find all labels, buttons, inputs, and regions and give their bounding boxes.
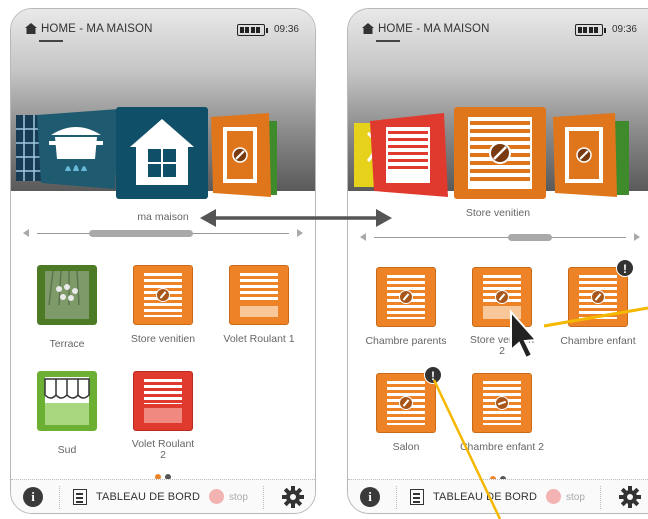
title-underline — [376, 40, 400, 42]
alert-badge[interactable]: ! — [424, 366, 442, 384]
carousel-card-home[interactable] — [116, 107, 208, 199]
carousel-card-store[interactable] — [211, 113, 279, 201]
tile-label: Chambre enfant — [560, 335, 636, 347]
knob-icon — [591, 290, 605, 304]
status-bar: HOME - MA MAISON 09:36 — [348, 9, 648, 49]
tile-label: Volet Roulant 1 — [223, 333, 295, 345]
device-tile-salon[interactable]: Salon — [356, 373, 456, 453]
venetian-blind-icon — [568, 267, 628, 327]
gear-icon[interactable] — [618, 485, 642, 509]
knob-icon — [495, 290, 509, 304]
tile-label: Store venitien — [130, 333, 196, 345]
carousel-label: ma maison — [137, 211, 189, 223]
home-icon[interactable] — [362, 23, 374, 34]
roller-shutter-icon — [229, 265, 289, 325]
knob-icon — [399, 290, 413, 304]
stop-button[interactable] — [209, 489, 224, 504]
home-title[interactable]: HOME - MA MAISON — [41, 23, 153, 35]
slider-left-arrow-icon[interactable] — [23, 229, 29, 237]
bottom-bar: i TABLEAU DE BORD stop — [348, 479, 648, 513]
battery-icon — [237, 24, 268, 36]
carousel-slider[interactable] — [23, 227, 303, 239]
carousel-label: Store venitien — [465, 207, 531, 219]
bottom-bar: i TABLEAU DE BORD stop — [11, 479, 315, 513]
device-tile-terrace[interactable]: Terrace — [17, 265, 117, 350]
tile-label: Chambre parents — [365, 335, 447, 347]
tile-label: Store venitien 2 — [469, 334, 535, 357]
roller-shutter-red-icon — [133, 371, 193, 431]
room-carousel[interactable] — [11, 105, 315, 215]
home-screen-left: HOME - MA MAISON 09:36 ma maison Terrace… — [10, 8, 316, 514]
tile-label: Chambre enfant 2 — [459, 441, 545, 453]
knob-icon — [156, 288, 170, 302]
clock: 09:36 — [611, 24, 637, 35]
stop-button[interactable] — [546, 489, 561, 504]
clock: 09:36 — [273, 24, 299, 35]
stop-label[interactable]: stop — [229, 492, 248, 503]
tile-label: Salon — [392, 441, 420, 453]
carousel-card-red-shutter[interactable] — [370, 113, 448, 197]
dashboard-icon[interactable] — [410, 489, 424, 505]
tile-label: Volet Roulant 2 — [131, 438, 195, 461]
device-tile-sud[interactable]: Sud — [17, 371, 117, 456]
terrace-icon — [37, 265, 97, 325]
venetian-blind-icon — [376, 267, 436, 327]
carousel-card-cooking[interactable] — [37, 109, 119, 189]
device-tile-store-venitien-2[interactable]: Store venitien 2 — [452, 267, 552, 357]
venetian-blind-icon — [133, 265, 193, 325]
device-tile-volet-roulant-1[interactable]: Volet Roulant 1 — [209, 265, 309, 345]
alert-badge[interactable]: ! — [616, 259, 634, 277]
stop-label[interactable]: stop — [566, 492, 585, 503]
home-title[interactable]: HOME - MA MAISON — [378, 23, 490, 35]
home-icon[interactable] — [25, 23, 37, 34]
carousel-card-store-venitien[interactable] — [454, 107, 546, 199]
slider-track — [374, 237, 626, 238]
info-icon[interactable]: i — [23, 487, 43, 507]
slider-left-arrow-icon[interactable] — [360, 233, 366, 241]
info-icon[interactable]: i — [360, 487, 380, 507]
status-bar: HOME - MA MAISON 09:36 — [11, 9, 315, 49]
dashboard-label[interactable]: TABLEAU DE BORD — [96, 491, 200, 503]
tile-label: Terrace — [49, 338, 85, 350]
dashboard-label[interactable]: TABLEAU DE BORD — [433, 491, 537, 503]
gear-icon[interactable] — [281, 485, 305, 509]
slider-right-arrow-icon[interactable] — [297, 229, 303, 237]
device-tile-chambre-enfant-2[interactable]: Chambre enfant 2 — [452, 373, 552, 453]
device-tile-volet-roulant-2[interactable]: Volet Roulant 2 — [113, 371, 213, 461]
carousel-slider[interactable] — [360, 231, 640, 243]
awning-icon — [37, 371, 97, 431]
slider-right-arrow-icon[interactable] — [634, 233, 640, 241]
venetian-blind-icon — [472, 267, 532, 327]
venetian-blind-icon — [472, 373, 532, 433]
dashboard-icon[interactable] — [73, 489, 87, 505]
device-carousel[interactable] — [348, 105, 648, 215]
tile-label: Sud — [57, 444, 77, 456]
slider-thumb[interactable] — [89, 230, 193, 237]
slider-thumb[interactable] — [508, 234, 552, 241]
title-underline — [39, 40, 63, 42]
store-screen-right: HOME - MA MAISON 09:36 Store venitien Ch… — [347, 8, 648, 514]
knob-icon — [399, 396, 413, 410]
battery-icon — [575, 24, 606, 36]
device-tile-store-venitien[interactable]: Store venitien — [113, 265, 213, 345]
device-tile-chambre-parents[interactable]: Chambre parents — [356, 267, 456, 347]
device-tile-chambre-enfant[interactable]: Chambre enfant — [548, 267, 648, 347]
carousel-card-orange-window[interactable] — [553, 113, 631, 201]
